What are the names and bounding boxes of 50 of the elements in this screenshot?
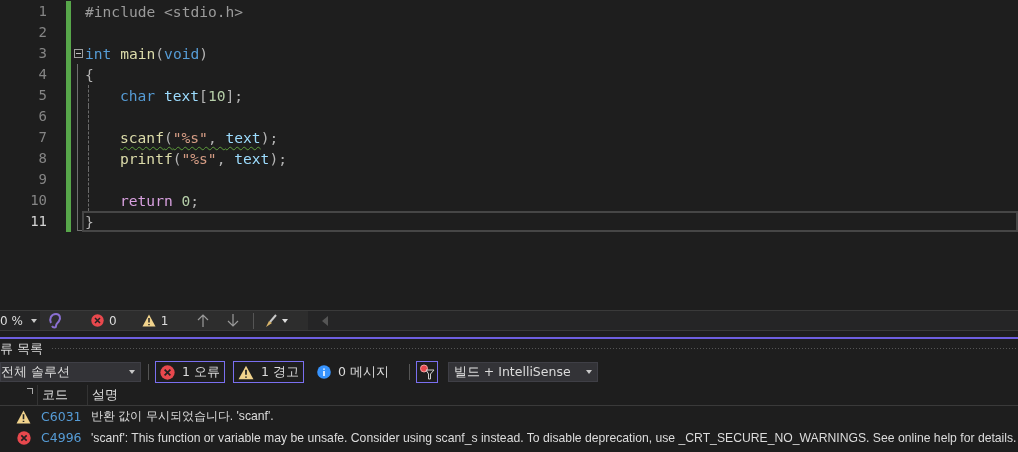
panel-title: 류 목록 — [0, 340, 44, 358]
warning-icon — [237, 364, 254, 380]
brush-icon[interactable] — [264, 313, 291, 328]
error-description: 'scanf': This function or variable may be unsafe. Consider using scanf_s instead. To disable deprecation, use _CRT_SECURE_NO_WARNINGS. See online help for details. — [90, 430, 1018, 445]
down-arrow-icon[interactable] — [227, 314, 240, 327]
line-number: 6 — [37, 107, 47, 126]
warning-filter-button[interactable]: 1 경고 — [232, 361, 304, 383]
line-number: 1 — [37, 2, 47, 21]
line-number: 11 — [29, 212, 47, 231]
line-number: 3 — [37, 44, 47, 63]
code-line: char text[10]; — [120, 87, 244, 104]
source-dropdown[interactable]: 빌드 + IntelliSense — [447, 362, 598, 382]
warning-icon — [16, 409, 31, 424]
info-filter-button[interactable]: 0 메시지 — [311, 361, 394, 383]
line-number: 10 — [29, 191, 47, 210]
line-number: 8 — [37, 149, 47, 168]
line-number: 4 — [37, 65, 47, 84]
line-number: 9 — [37, 170, 47, 189]
code-line: } — [85, 213, 94, 230]
filter-icon — [418, 364, 435, 380]
warning-icon — [141, 314, 156, 327]
error-code-link[interactable]: C6031 — [37, 409, 87, 424]
line-number: 7 — [37, 128, 47, 147]
error-icon — [91, 314, 104, 327]
code-line: #include <stdio.h> — [85, 3, 244, 20]
line-number: 5 — [37, 86, 47, 105]
filter-toggle-button[interactable] — [415, 361, 438, 383]
up-arrow-icon[interactable] — [197, 314, 210, 327]
code-line: printf("%s", text); — [120, 150, 287, 167]
error-description: 반환 값이 무시되었습니다. 'scanf'. — [90, 408, 275, 425]
error-filter-button[interactable]: 1 오류 — [155, 361, 225, 383]
column-header[interactable]: 코드 — [37, 385, 87, 405]
code-editor[interactable]: 1 #include <stdio.h> 2 3 int main(void) 4 { 5 char text[10]; 6 7 scanf("%s", text); 8 printf("%s", text); 9 10 return 0; 11 } — [0, 0, 1018, 310]
ear-icon[interactable] — [48, 312, 62, 329]
error-icon — [17, 430, 31, 445]
collapse-icon[interactable] — [73, 49, 83, 58]
error-count[interactable]: 0 — [109, 313, 117, 328]
line-number: 2 — [37, 23, 47, 42]
info-icon — [316, 365, 331, 379]
code-line: int main(void) — [85, 45, 209, 62]
column-header[interactable]: 설명 — [87, 385, 1018, 405]
error-code-link[interactable]: C4996 — [37, 430, 87, 445]
code-line: return 0; — [120, 192, 200, 209]
column-icon[interactable] — [27, 388, 33, 394]
scope-dropdown[interactable]: 전체 솔루션 — [0, 362, 141, 382]
zoom-dropdown[interactable]: 0 % — [0, 311, 40, 330]
code-line: scanf("%s", text); — [120, 129, 279, 146]
error-icon — [160, 364, 175, 380]
warning-count[interactable]: 1 — [160, 313, 169, 328]
code-line: { — [85, 66, 94, 83]
